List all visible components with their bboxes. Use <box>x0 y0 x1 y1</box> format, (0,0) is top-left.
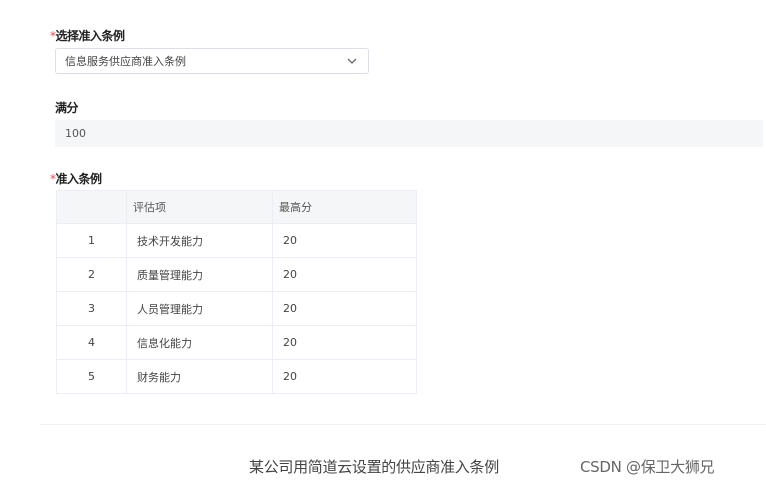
header-index <box>56 190 127 224</box>
table-row: 2 质量管理能力 20 <box>56 257 417 292</box>
row-item: 人员管理能力 <box>126 291 273 326</box>
full-score-value-text: 100 <box>65 127 86 140</box>
row-item: 信息化能力 <box>126 325 273 360</box>
table-header-row: 评估项 最高分 <box>56 190 417 224</box>
table-row: 5 财务能力 20 <box>56 359 417 394</box>
chevron-down-icon <box>347 58 357 64</box>
row-index: 2 <box>56 257 127 292</box>
row-index: 1 <box>56 223 127 258</box>
full-score-value: 100 <box>55 120 763 147</box>
criteria-select[interactable]: 信息服务供应商准入条例 <box>55 48 369 74</box>
select-criteria-label: *选择准入条例 <box>50 27 125 44</box>
row-item: 财务能力 <box>126 359 273 394</box>
row-max-score: 20 <box>272 359 417 394</box>
row-item: 质量管理能力 <box>126 257 273 292</box>
header-max-score: 最高分 <box>272 190 417 224</box>
row-max-score: 20 <box>272 291 417 326</box>
row-max-score: 20 <box>272 223 417 258</box>
criteria-table: 评估项 最高分 1 技术开发能力 20 2 质量管理能力 20 3 人员管理能力… <box>56 190 417 394</box>
row-max-score: 20 <box>272 325 417 360</box>
figure-caption: 某公司用简道云设置的供应商准入条例 <box>249 458 499 476</box>
watermark: CSDN @保卫大狮兄 <box>580 458 715 476</box>
table-row: 1 技术开发能力 20 <box>56 223 417 258</box>
table-row: 3 人员管理能力 20 <box>56 291 417 326</box>
row-index: 4 <box>56 325 127 360</box>
criteria-label: *准入条例 <box>50 170 102 187</box>
row-max-score: 20 <box>272 257 417 292</box>
full-score-label: 满分 <box>55 99 79 116</box>
full-score-label-text: 满分 <box>55 101 79 115</box>
row-item: 技术开发能力 <box>126 223 273 258</box>
header-item: 评估项 <box>126 190 273 224</box>
row-index: 3 <box>56 291 127 326</box>
row-index: 5 <box>56 359 127 394</box>
divider <box>40 424 766 425</box>
criteria-select-value: 信息服务供应商准入条例 <box>65 55 186 68</box>
criteria-label-text: 准入条例 <box>55 172 103 186</box>
table-row: 4 信息化能力 20 <box>56 325 417 360</box>
select-criteria-label-text: 选择准入条例 <box>55 29 126 43</box>
